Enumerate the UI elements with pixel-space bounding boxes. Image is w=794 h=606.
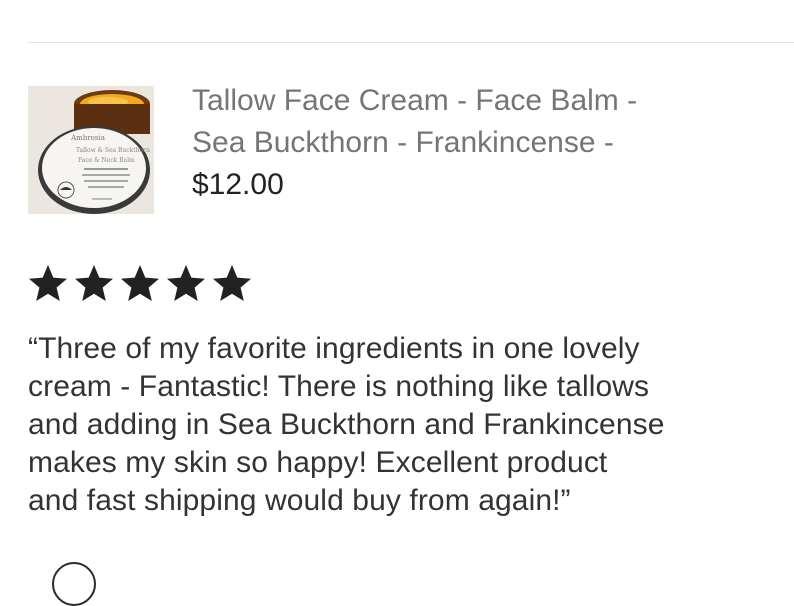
review-line-1: “Three of my favorite ingredients in one…: [28, 332, 640, 365]
svg-text:Tallow & Sea Buckthorn: Tallow & Sea Buckthorn: [76, 147, 150, 154]
star-icon: [28, 264, 68, 302]
star-icon: [120, 264, 160, 302]
review-text: “Three of my favorite ingredients in one…: [28, 330, 794, 520]
review-line-2: cream - Fantastic! There is nothing like…: [28, 370, 650, 403]
star-icon: [212, 264, 252, 302]
star-icon: [166, 264, 206, 302]
top-divider: [28, 42, 794, 43]
star-rating: [28, 264, 252, 302]
cream-jar-image: Ambrosia Tallow & Sea Buckthorn Face & N…: [28, 86, 154, 214]
listing-thumbnail[interactable]: Ambrosia Tallow & Sea Buckthorn Face & N…: [28, 86, 154, 214]
svg-text:Ambrosia: Ambrosia: [70, 134, 105, 142]
svg-text:Face & Neck Balm: Face & Neck Balm: [78, 157, 135, 164]
listing-price: $12.00: [192, 168, 284, 201]
listing-title-line-2[interactable]: Sea Buckthorn - Frankincense -: [192, 122, 637, 164]
listing-card[interactable]: Ambrosia Tallow & Sea Buckthorn Face & N…: [28, 84, 768, 216]
listing-title-line-1[interactable]: Tallow Face Cream - Face Balm -: [192, 80, 637, 122]
review-line-4: makes my skin so happy! Excellent produc…: [28, 446, 608, 479]
reviewer-avatar[interactable]: [52, 562, 96, 606]
star-icon: [74, 264, 114, 302]
listing-details: Tallow Face Cream - Face Balm - Sea Buck…: [192, 80, 637, 206]
review-line-5: and fast shipping would buy from again!”: [28, 484, 571, 517]
review-line-3: and adding in Sea Buckthorn and Frankinc…: [28, 408, 665, 441]
